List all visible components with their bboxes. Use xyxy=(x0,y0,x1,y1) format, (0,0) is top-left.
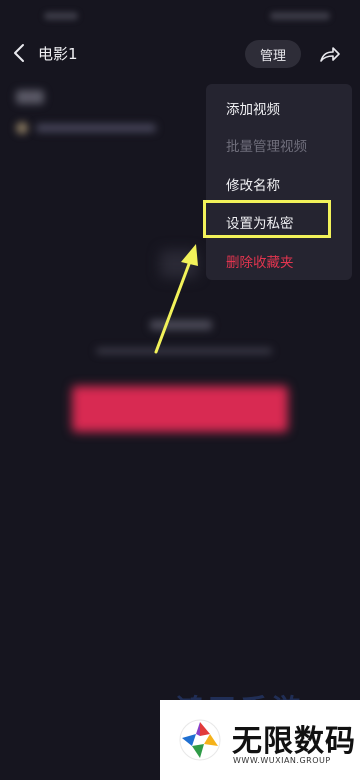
header: 电影1 管理 xyxy=(0,34,360,74)
watermark-logo-icon xyxy=(179,719,221,761)
screen: 电影1 管理 添加视频 批量管理视频 修改名称 设置为私密 删除收藏夹 鸿天手游 xyxy=(0,0,360,780)
status-indicators xyxy=(270,12,330,20)
menu-item-batch-manage: 批量管理视频 xyxy=(226,139,307,155)
menu-item-add-video[interactable]: 添加视频 xyxy=(226,98,280,118)
back-arrow-icon[interactable] xyxy=(10,41,30,65)
blurred-collection-title xyxy=(16,90,44,104)
blurred-primary-button xyxy=(72,386,288,432)
page-title: 电影1 xyxy=(38,45,78,63)
blurred-empty-description xyxy=(96,348,272,354)
menu-item-delete-collection[interactable]: 删除收藏夹 xyxy=(226,251,294,271)
blurred-author-line xyxy=(36,124,156,132)
watermark-badge: 无限数码 WWW.WUXIAN.GROUP xyxy=(160,700,360,780)
manage-button[interactable]: 管理 xyxy=(245,40,301,68)
status-time xyxy=(44,12,78,20)
status-bar xyxy=(0,0,360,32)
menu-item-rename[interactable]: 修改名称 xyxy=(226,174,280,194)
share-icon[interactable] xyxy=(318,42,342,66)
blurred-avatar xyxy=(16,122,28,134)
blurred-empty-icon xyxy=(160,250,198,278)
highlight-box xyxy=(203,200,331,238)
manage-dropdown-menu: 添加视频 批量管理视频 修改名称 设置为私密 删除收藏夹 xyxy=(206,84,352,280)
blurred-empty-title xyxy=(150,320,212,330)
watermark-url: WWW.WUXIAN.GROUP xyxy=(233,756,331,765)
watermark-name: 无限数码 xyxy=(232,724,356,759)
